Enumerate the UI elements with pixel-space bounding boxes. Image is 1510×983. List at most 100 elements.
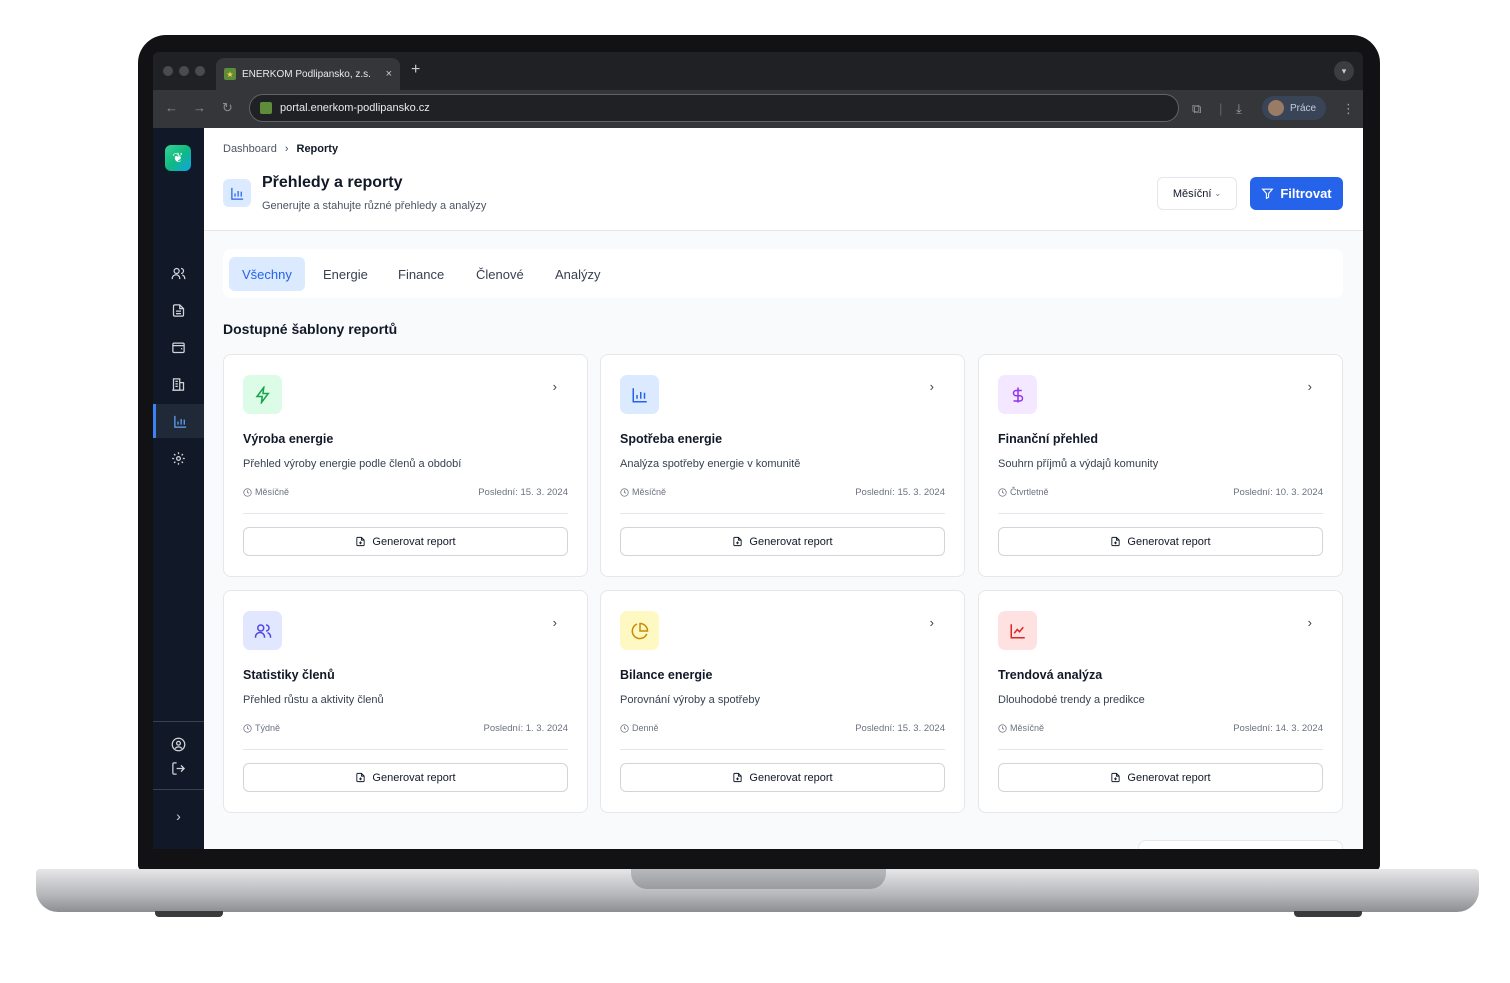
card-title: Spotřeba energie: [620, 432, 723, 446]
card-divider: [998, 749, 1323, 750]
card-last-generated: Poslední: 15. 3. 2024: [478, 487, 568, 498]
breadcrumb-home[interactable]: Dashboard: [223, 143, 277, 155]
sidebar-item-settings[interactable]: [153, 443, 204, 473]
tab-energy[interactable]: Energie: [310, 257, 381, 291]
file-plus-icon: [356, 772, 366, 783]
laptop-foot: [1294, 911, 1362, 917]
chevron-right-icon[interactable]: ›: [930, 379, 934, 394]
card-description: Přehled výroby energie podle členů a obd…: [243, 458, 462, 470]
extensions-icon[interactable]: ⧉: [1192, 101, 1201, 117]
tab-finance[interactable]: Finance: [385, 257, 457, 291]
card-description: Analýza spotřeby energie v komunitě: [620, 458, 801, 470]
generate-report-label: Generovat report: [749, 535, 833, 548]
sidebar-item-wallet[interactable]: [153, 332, 204, 362]
generate-report-button[interactable]: Generovat report: [620, 527, 945, 556]
section-title: Dostupné šablony reportů: [223, 321, 398, 337]
new-tab-button[interactable]: +: [411, 61, 420, 79]
generate-report-label: Generovat report: [1127, 535, 1211, 548]
card-frequency: Měsíčně: [998, 723, 1044, 733]
tab-analyses[interactable]: Analýzy: [542, 257, 614, 291]
window-minimize-dot[interactable]: [179, 66, 189, 76]
card-frequency: Měsíčně: [243, 487, 289, 497]
generate-report-button[interactable]: Generovat report: [243, 763, 568, 792]
breadcrumb: Dashboard › Reporty: [223, 143, 338, 155]
users-icon: [171, 267, 186, 279]
reports-icon: [223, 179, 251, 207]
report-card[interactable]: › Spotřeba energie Analýza spotřeby ener…: [600, 354, 965, 577]
tab-close-icon[interactable]: ×: [386, 68, 392, 80]
sidebar: ❦ ›: [153, 128, 204, 849]
generate-report-label: Generovat report: [372, 771, 456, 784]
card-last-generated: Poslední: 10. 3. 2024: [1233, 487, 1323, 498]
sidebar-item-buildings[interactable]: [153, 369, 204, 399]
card-frequency-label: Čtvrtletně: [1010, 487, 1049, 497]
card-divider: [243, 513, 568, 514]
chevron-right-icon[interactable]: ›: [1308, 615, 1312, 630]
laptop-foot: [155, 911, 223, 917]
wallet-icon: [172, 342, 185, 353]
page-header: Dashboard › Reporty Přehledy a reporty G…: [204, 128, 1363, 231]
bar-chart-icon: [620, 375, 659, 414]
chevron-right-icon[interactable]: ›: [553, 379, 557, 394]
browser-tab[interactable]: ★ ENERKOM Podlipansko, z.s. ×: [216, 58, 400, 90]
kebab-menu-icon[interactable]: ⋮: [1342, 101, 1355, 117]
download-icon[interactable]: ⤓: [1236, 101, 1242, 117]
file-plus-icon: [733, 772, 743, 783]
users-icon: [243, 611, 282, 650]
settings-icon: [172, 451, 185, 465]
dollar-icon: [998, 375, 1037, 414]
generate-report-button[interactable]: Generovat report: [998, 527, 1323, 556]
sidebar-item-documents[interactable]: [153, 295, 204, 325]
leaf-logo-icon[interactable]: ❦: [165, 145, 191, 171]
app-root: ❦ › Dashboard › Reporty Přehledy a repor…: [153, 128, 1363, 849]
address-url: portal.enerkom-podlipansko.cz: [280, 102, 430, 114]
file-plus-icon: [1111, 772, 1121, 783]
tab-members[interactable]: Členové: [463, 257, 537, 291]
sidebar-expand-chevron-icon[interactable]: ›: [153, 808, 204, 824]
tab-all[interactable]: Všechny: [229, 257, 305, 291]
period-select[interactable]: Měsíční ⌄: [1157, 177, 1237, 210]
card-frequency-label: Měsíčně: [1010, 723, 1045, 733]
card-last-generated: Poslední: 15. 3. 2024: [855, 723, 945, 734]
card-last-generated: Poslední: 14. 3. 2024: [1233, 723, 1323, 734]
reports-icon: [173, 415, 186, 428]
report-card[interactable]: › Trendová analýza Dlouhodobé trendy a p…: [978, 590, 1343, 813]
reload-icon[interactable]: ↻: [222, 100, 233, 116]
clock-icon: [243, 487, 252, 497]
report-card[interactable]: › Statistiky členů Přehled růstu a aktiv…: [223, 590, 588, 813]
sidebar-item-logout[interactable]: [153, 753, 204, 783]
tab-search-chevron-icon[interactable]: ▾: [1334, 61, 1354, 81]
footer-panel-edge: [1138, 840, 1343, 849]
forward-arrow-icon[interactable]: →: [193, 100, 206, 115]
window-close-dot[interactable]: [163, 66, 173, 76]
sidebar-item-members[interactable]: [153, 258, 204, 288]
card-last-generated: Poslední: 1. 3. 2024: [483, 723, 568, 734]
address-bar[interactable]: portal.enerkom-podlipansko.cz: [249, 94, 1179, 122]
report-card[interactable]: › Výroba energie Přehled výroby energie …: [223, 354, 588, 577]
sidebar-divider: [153, 721, 204, 722]
lightning-icon: [243, 375, 282, 414]
report-tabs: Všechny Energie Finance Členové Analýzy: [223, 249, 1343, 298]
report-card[interactable]: › Bilance energie Porovnání výroby a spo…: [600, 590, 965, 813]
avatar: [1268, 100, 1284, 116]
account-icon: [171, 737, 186, 751]
generate-report-button[interactable]: Generovat report: [620, 763, 945, 792]
building-icon: [172, 377, 185, 391]
filter-button[interactable]: Filtrovat: [1250, 177, 1343, 210]
generate-report-button[interactable]: Generovat report: [998, 763, 1323, 792]
card-frequency: Měsíčně: [620, 487, 666, 497]
tab-title: ENERKOM Podlipansko, z.s.: [242, 68, 371, 80]
card-divider: [620, 749, 945, 750]
card-frequency-label: Měsíčně: [632, 487, 667, 497]
chevron-right-icon[interactable]: ›: [1308, 379, 1312, 394]
generate-report-button[interactable]: Generovat report: [243, 527, 568, 556]
sidebar-divider: [153, 789, 204, 790]
chevron-right-icon[interactable]: ›: [553, 615, 557, 630]
chevron-right-icon[interactable]: ›: [930, 615, 934, 630]
generate-report-label: Generovat report: [1127, 771, 1211, 784]
report-card[interactable]: › Finanční přehled Souhrn příjmů a výdaj…: [978, 354, 1343, 577]
sidebar-item-reports[interactable]: [153, 404, 204, 438]
profile-chip[interactable]: Práce: [1262, 96, 1326, 120]
back-arrow-icon[interactable]: ←: [165, 100, 178, 115]
window-zoom-dot[interactable]: [195, 66, 205, 76]
